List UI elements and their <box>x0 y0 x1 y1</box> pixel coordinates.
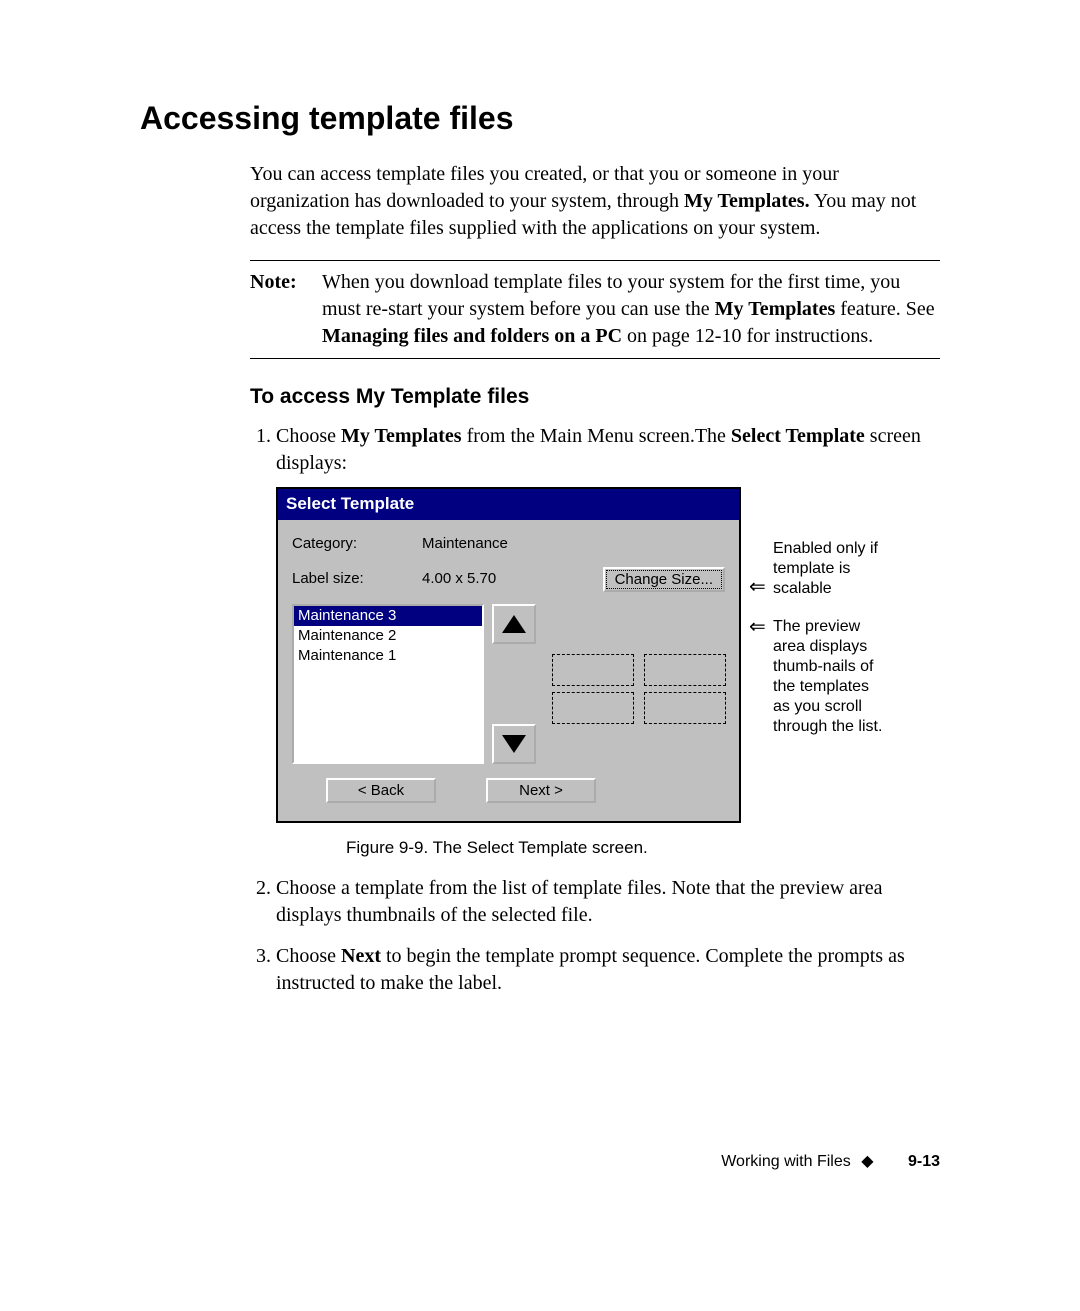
page-footer: Working with Files ◆ 9-13 <box>721 1151 940 1171</box>
intro-bold: My Templates. <box>684 190 810 212</box>
list-item[interactable]: Maintenance 1 <box>294 646 482 666</box>
thumbnail <box>644 692 726 724</box>
note-block: Note: When you download template files t… <box>250 260 940 359</box>
thumbnail <box>552 692 634 724</box>
note-text: When you download template files to your… <box>322 269 940 350</box>
change-size-button[interactable]: Change Size... <box>603 567 725 592</box>
preview-area <box>552 604 725 764</box>
intro-paragraph: You can access template files you create… <box>250 161 940 242</box>
select-template-dialog: Select Template Category: Maintenance La… <box>276 487 741 822</box>
list-item[interactable]: Maintenance 3 <box>294 606 482 626</box>
footer-page: 9-13 <box>908 1153 940 1170</box>
footer-section: Working with Files <box>721 1153 851 1170</box>
category-label: Category: <box>292 534 422 554</box>
diamond-icon: ◆ <box>861 1153 873 1170</box>
note-line1-post: feature. See <box>835 298 934 320</box>
thumbnail <box>644 654 726 686</box>
note-label: Note: <box>250 269 322 350</box>
label-size-label: Label size: <box>292 569 422 589</box>
figure-wrap: Select Template Category: Maintenance La… <box>276 487 940 822</box>
scroll-down-button[interactable] <box>492 724 536 764</box>
step1-bold2: Select Template <box>731 425 865 447</box>
dialog-titlebar: Select Template <box>278 489 739 520</box>
scroll-up-button[interactable] <box>492 604 536 644</box>
step-1: Choose My Templates from the Main Menu s… <box>276 423 940 859</box>
annotation-preview: The preview area displays thumb-nails of… <box>773 617 889 737</box>
figure-caption: Figure 9-9. The Select Template screen. <box>346 837 940 860</box>
page-heading: Accessing template files <box>140 100 940 137</box>
triangle-down-icon <box>502 735 526 753</box>
back-button[interactable]: < Back <box>326 778 436 803</box>
arrow-left-icon: ⇐ <box>749 617 766 637</box>
step1-pre: Choose <box>276 425 341 447</box>
note-line1-bold: My Templates <box>715 298 836 320</box>
list-item[interactable]: Maintenance 2 <box>294 626 482 646</box>
category-value: Maintenance <box>422 534 542 554</box>
step1-mid: from the Main Menu screen.The <box>462 425 731 447</box>
step-3: Choose Next to begin the template prompt… <box>276 943 940 997</box>
annotation-scalable: Enabled only if template is scalable <box>773 539 889 599</box>
note-line2-bold: Managing files and folders on a PC <box>322 325 622 347</box>
step3-bold: Next <box>341 945 381 967</box>
note-line2-post: on page 12-10 for instructions. <box>622 325 873 347</box>
triangle-up-icon <box>502 615 526 633</box>
step-2: Choose a template from the list of templ… <box>276 875 940 929</box>
arrow-left-icon: ⇐ <box>749 577 766 597</box>
thumbnail <box>552 654 634 686</box>
step1-bold1: My Templates <box>341 425 462 447</box>
template-listbox[interactable]: Maintenance 3 Maintenance 2 Maintenance … <box>292 604 484 764</box>
label-size-value: 4.00 x 5.70 <box>422 569 542 589</box>
next-button[interactable]: Next > <box>486 778 596 803</box>
subheading: To access My Template files <box>250 383 940 411</box>
step3-pre: Choose <box>276 945 341 967</box>
